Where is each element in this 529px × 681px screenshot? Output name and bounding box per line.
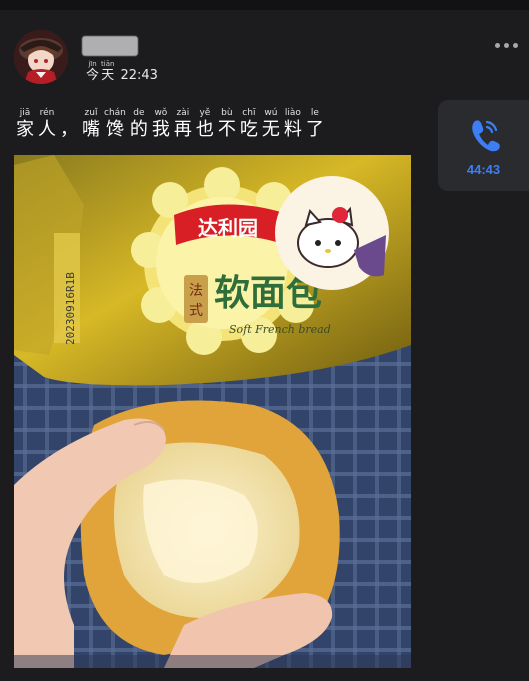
post-time: jīn 今 tiān 天 22:43 — [86, 60, 158, 83]
package-english: Soft French bread — [229, 323, 331, 336]
hanzi: 吃 — [239, 119, 258, 140]
pinyin: liào — [284, 108, 301, 118]
message-char: liào 料 — [284, 108, 302, 141]
package-brand: 达利园 — [198, 216, 258, 240]
message-char: de 的 — [130, 108, 148, 141]
message-char: le 了 — [306, 108, 324, 141]
hanzi: 无 — [261, 119, 280, 140]
hanzi: 人 — [38, 119, 56, 140]
hanzi: 也 — [195, 119, 214, 140]
username-redacted — [82, 36, 138, 56]
dot — [513, 43, 518, 48]
message-char: chī 吃 — [240, 108, 258, 141]
call-duration: 44:43 — [466, 162, 501, 177]
voice-call-card[interactable]: 44:43 — [438, 100, 529, 191]
pinyin: zuǐ — [84, 108, 98, 118]
hanzi: 不 — [217, 119, 236, 140]
pinyin: zài — [176, 108, 190, 118]
message-char: bù 不 — [218, 108, 236, 141]
dot — [504, 43, 509, 48]
hanzi: 嘴 — [82, 119, 100, 140]
avatar-image — [14, 30, 68, 84]
message-char: wǒ 我 — [152, 108, 170, 141]
time-value: 22:43 — [120, 68, 158, 83]
post-message: jiā 家 rén 人， zuǐ 嘴 chán 馋 de 的 wǒ 我 zài 再 yě 也 bù 不 chī 吃 wú… — [16, 108, 328, 141]
package-badge-1: 法 — [189, 283, 203, 299]
time-char: jīn 今 — [86, 60, 99, 83]
message-char: zuǐ 嘴 — [82, 108, 100, 141]
pinyin: de — [133, 108, 145, 118]
hanzi: 今 — [86, 68, 100, 83]
message-char: jiā 家 — [16, 108, 34, 141]
pinyin: jiā — [19, 108, 31, 118]
bread-photo: 达利园 法 式 软面包 Soft French bread 20230916R1… — [14, 155, 411, 668]
phone-icon — [472, 120, 500, 152]
top-bar — [0, 0, 529, 10]
message-char: ， — [60, 119, 78, 141]
pinyin: rén — [39, 108, 55, 118]
pinyin: wú — [264, 108, 278, 118]
post-photo[interactable]: 达利园 法 式 软面包 Soft French bread 20230916R1… — [14, 155, 411, 668]
time-char: tiān 天 — [101, 60, 114, 83]
hanzi: 的 — [129, 119, 148, 140]
pinyin: le — [310, 108, 319, 118]
package-badge-2: 式 — [189, 303, 203, 319]
dot — [495, 43, 500, 48]
avatar[interactable] — [14, 30, 68, 84]
pinyin: tiān — [101, 60, 115, 68]
hanzi: 家 — [16, 119, 34, 140]
message-char: zài 再 — [174, 108, 192, 141]
package-date: 20230916R1B — [64, 272, 77, 345]
hanzi: 我 — [151, 119, 170, 140]
pinyin: bù — [221, 108, 233, 118]
pinyin: jīn — [88, 60, 97, 68]
message-char: yě 也 — [196, 108, 214, 141]
hanzi: 了 — [305, 119, 324, 140]
pinyin: wǒ — [154, 108, 168, 118]
message-char: wú 无 — [262, 108, 280, 141]
hanzi: ， — [60, 119, 78, 140]
hanzi: 料 — [283, 119, 302, 140]
hanzi: 天 — [101, 68, 115, 83]
message-char: rén 人 — [38, 108, 56, 141]
hanzi: 馋 — [105, 119, 124, 140]
hanzi: 再 — [173, 119, 192, 140]
pinyin: chán — [104, 108, 126, 118]
message-char: chán 馋 — [104, 108, 126, 141]
pinyin: yě — [199, 108, 211, 118]
more-options-icon[interactable] — [495, 43, 518, 48]
pinyin: chī — [242, 108, 256, 118]
